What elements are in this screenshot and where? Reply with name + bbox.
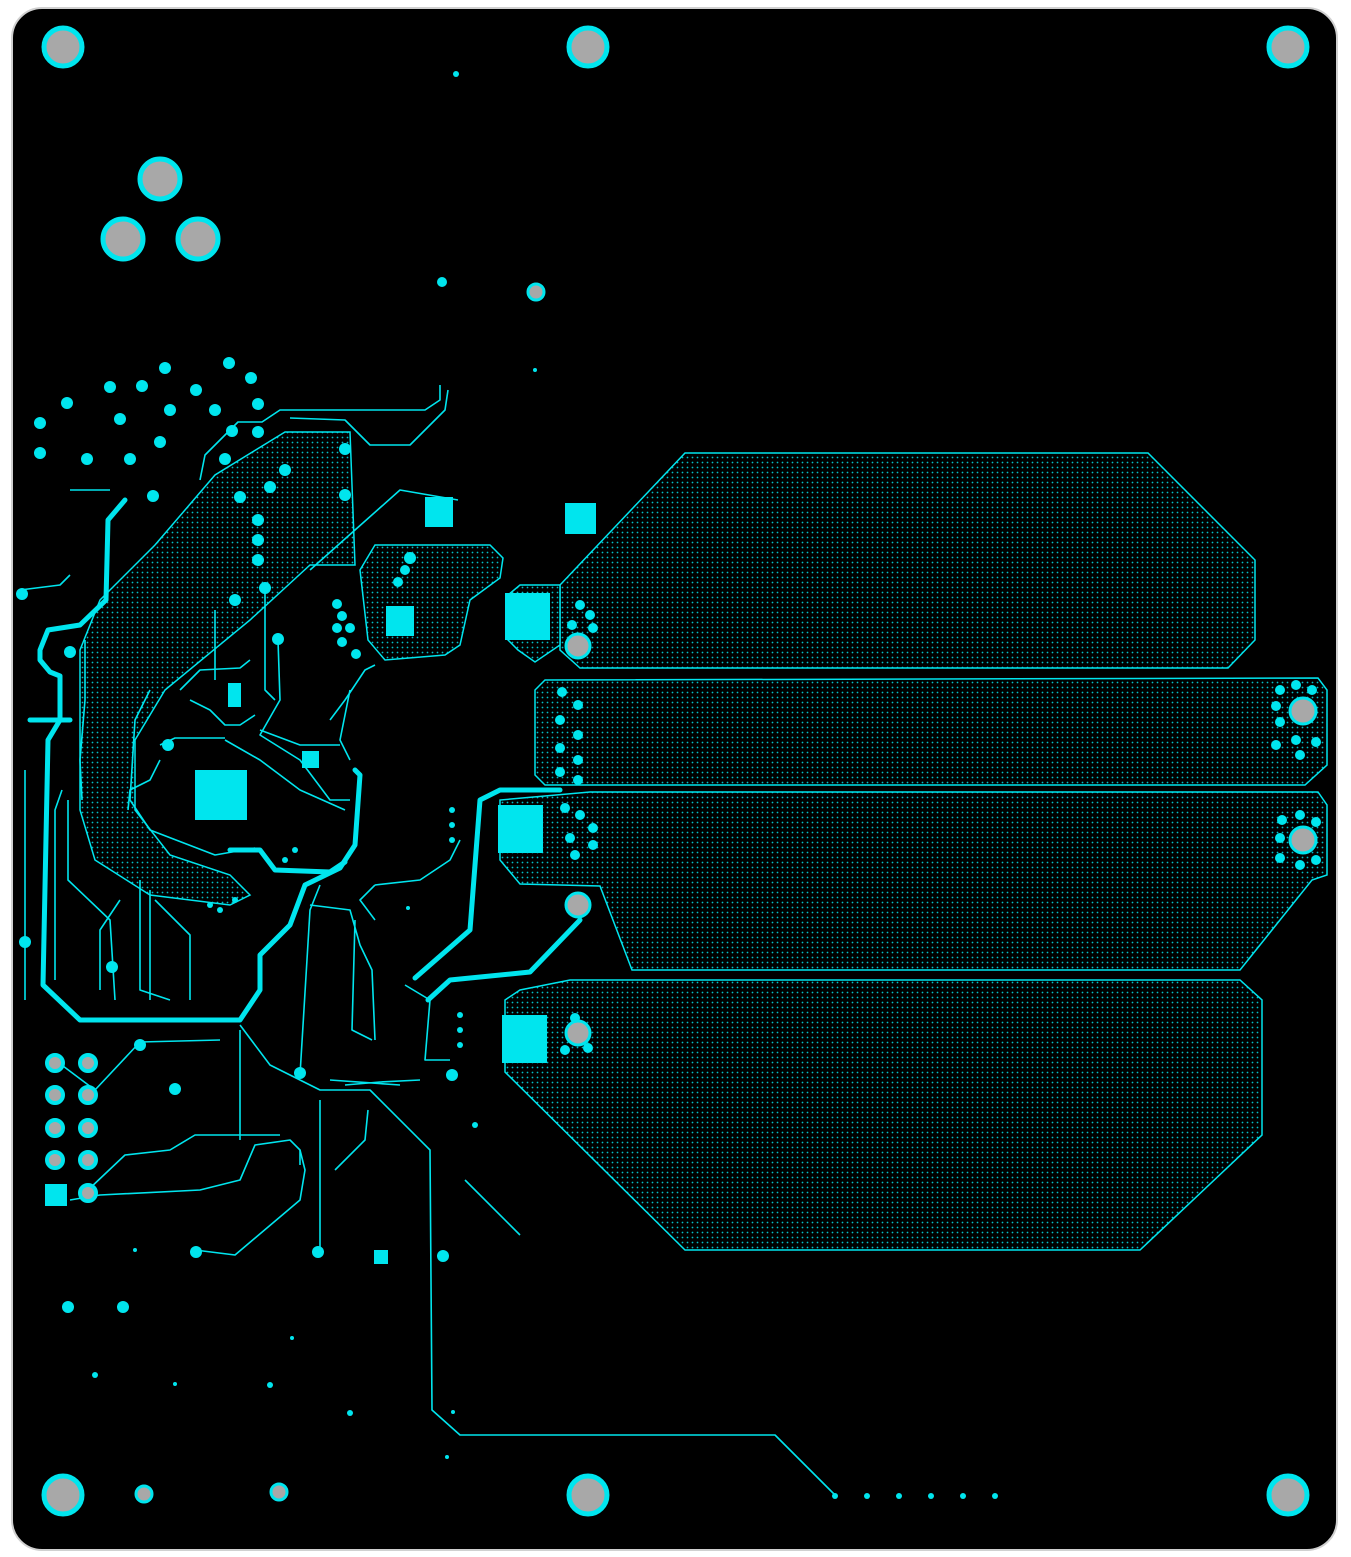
small-hole-3 [269,1482,289,1502]
mount-hole-br [1266,1473,1310,1517]
mount-hole-bc [566,1473,610,1517]
small-hole-2 [134,1484,154,1504]
pad-10 [374,1250,388,1264]
copper-pour-2 [534,677,1328,786]
mount-hole-bl [41,1473,85,1517]
pad-9 [502,1015,547,1063]
pad-8 [498,805,543,853]
power-hole-2 [1288,696,1318,726]
pad-1 [425,497,453,527]
power-hole-5 [564,1019,592,1047]
copper-pour-3 [499,791,1328,971]
small-hole-1 [526,282,546,302]
pad-2 [565,503,596,534]
mount-hole-tr [1266,25,1310,69]
power-hole-4 [564,891,592,919]
connector-hole-3 [175,216,221,262]
pad-3 [386,606,414,636]
pcb-layout-view [0,0,1351,1557]
header-pin1-pad [45,1184,67,1206]
pad-5 [195,770,247,820]
mount-hole-tl [41,25,85,69]
pcb-board-svg [0,0,1351,1557]
power-hole-1 [564,632,592,660]
connector-hole-1 [137,156,183,202]
mount-hole-tc [566,25,610,69]
power-hole-3 [1288,825,1318,855]
pad-6 [228,683,241,707]
pad-4 [505,593,550,640]
copper-pour-1 [559,452,1256,669]
connector-hole-2 [100,216,146,262]
